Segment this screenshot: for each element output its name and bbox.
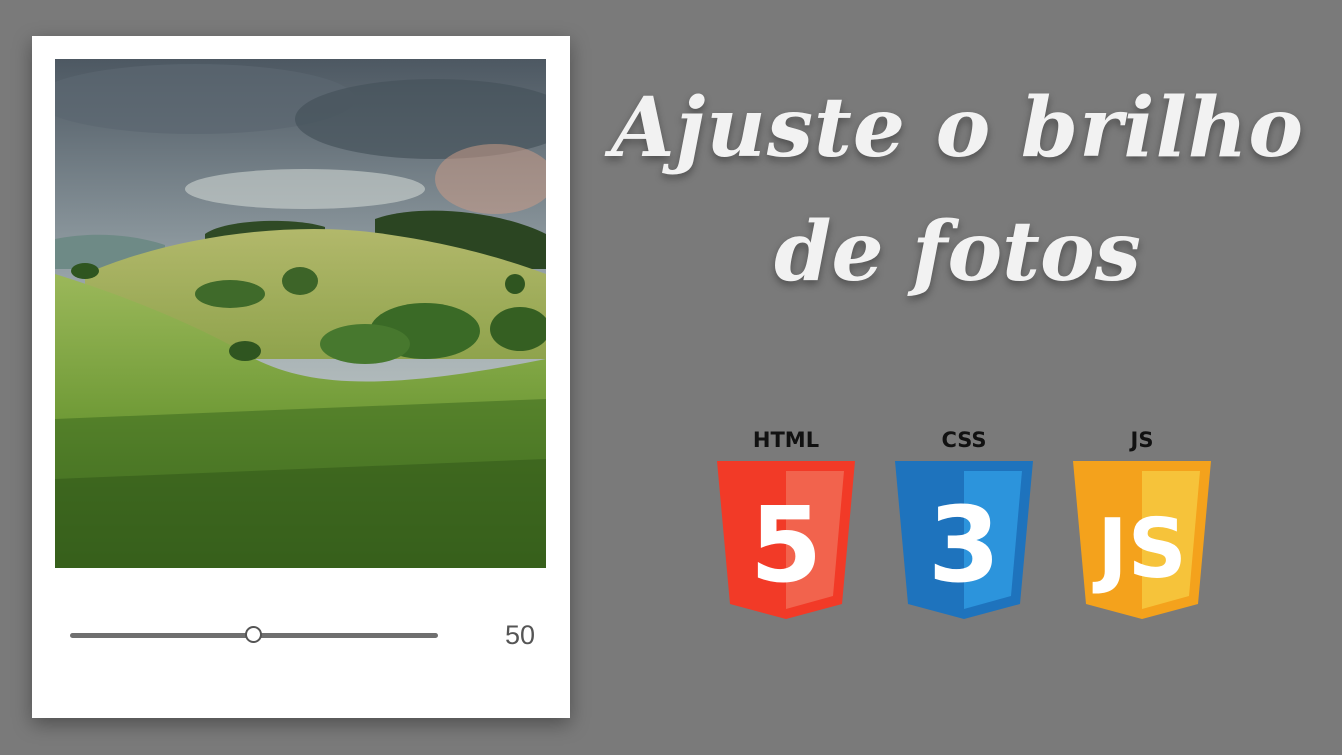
tech-label-html: HTML: [752, 428, 820, 452]
css3-digit: 3: [928, 484, 1000, 606]
brightness-value: 50: [504, 620, 536, 650]
css3-shield-icon: 3: [895, 461, 1033, 619]
brightness-slider-row: 50: [70, 618, 535, 654]
js-shield-icon: JS: [1073, 461, 1211, 619]
js-letters: JS: [1092, 502, 1187, 597]
tech-html: HTML 5: [715, 425, 857, 619]
tech-label-css: CSS: [941, 428, 987, 452]
photo-card: 50: [32, 36, 570, 718]
headline-line-2: de fotos: [774, 204, 1141, 300]
page-headline: Ajuste o brilho de fotos: [585, 78, 1330, 302]
headline-line-1: Ajuste o brilho: [610, 80, 1305, 176]
tech-label-js: JS: [1130, 428, 1154, 452]
tech-css: CSS 3: [893, 425, 1035, 619]
landscape-photo: [55, 59, 546, 568]
html5-shield-icon: 5: [717, 461, 855, 619]
tech-js: JS JS: [1071, 425, 1213, 619]
html5-digit: 5: [750, 484, 822, 606]
brightness-slider-thumb[interactable]: [245, 626, 262, 643]
